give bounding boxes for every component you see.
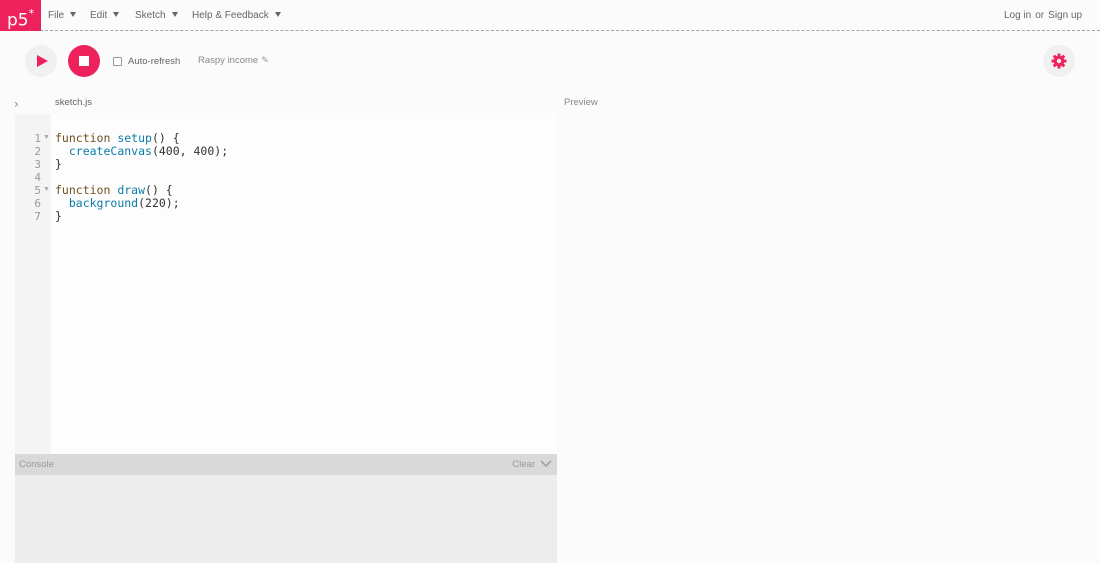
fold-arrow-icon[interactable]: ▼ — [43, 131, 50, 144]
fold-arrow-icon[interactable]: ▼ — [43, 183, 50, 196]
console-clear-button[interactable]: Clear — [512, 459, 535, 470]
login-link[interactable]: Log in — [1004, 10, 1031, 21]
console-header: Console Clear — [15, 454, 557, 475]
auto-refresh-label: Auto-refresh — [128, 55, 181, 67]
settings-button[interactable] — [1043, 45, 1075, 77]
caret-down-icon — [70, 12, 77, 17]
or-text: or — [1035, 10, 1045, 21]
caret-down-icon — [113, 12, 120, 17]
preview-frame — [557, 114, 1100, 563]
auth-links: Log in or Sign up — [1004, 0, 1082, 31]
menu-sketch-label: Sketch — [135, 10, 166, 21]
stop-button[interactable] — [68, 45, 100, 77]
caret-down-icon — [171, 12, 178, 17]
line-number-gutter: 1 ▼ 2 3 4 5 ▼ 6 7 — [15, 114, 51, 454]
menu-help-label: Help & Feedback — [192, 10, 269, 21]
sketch-name-text: Raspy income — [198, 55, 259, 66]
chevron-right-icon[interactable]: › — [14, 97, 19, 111]
p5-logo[interactable]: p5* — [0, 0, 41, 31]
line-number: 6 — [34, 197, 41, 210]
code-line-2: createCanvas(400, 400); — [68, 144, 229, 158]
gear-icon — [1051, 53, 1067, 69]
logo-asterisk: * — [28, 7, 35, 20]
auto-refresh-checkbox[interactable] — [113, 56, 122, 66]
line-number: 5 — [34, 184, 41, 197]
preview-label: Preview — [564, 97, 598, 108]
menu-file[interactable]: File — [48, 0, 77, 31]
menu-sketch[interactable]: Sketch — [135, 0, 178, 31]
stop-icon — [79, 56, 89, 66]
code-line-3: } — [55, 157, 62, 171]
play-icon — [37, 55, 48, 67]
chevron-down-icon[interactable] — [539, 457, 553, 471]
menu-file-label: File — [48, 10, 65, 21]
file-tab-sketch-js[interactable]: sketch.js — [55, 97, 92, 108]
line-number: 1 — [34, 132, 41, 145]
menu-help-feedback[interactable]: Help & Feedback — [192, 0, 281, 31]
code-line-7: } — [55, 209, 62, 223]
sketch-name[interactable]: Raspy income ✎ — [198, 55, 269, 66]
caret-down-icon — [274, 12, 281, 17]
pencil-icon[interactable]: ✎ — [261, 55, 269, 65]
line-number: 7 — [34, 210, 41, 223]
line-number: 2 — [34, 145, 41, 158]
play-button[interactable] — [25, 45, 57, 77]
line-number: 3 — [34, 158, 41, 171]
code-text[interactable]: function setup() { createCanvas(400, 400… — [55, 132, 228, 223]
menu-edit-label: Edit — [90, 10, 108, 21]
top-nav: p5* File Edit Sketch Help & Feedback Log… — [0, 0, 1100, 31]
menu-edit[interactable]: Edit — [90, 0, 120, 31]
signup-link[interactable]: Sign up — [1048, 10, 1082, 21]
console-title: Console — [19, 459, 54, 470]
code-editor[interactable]: 1 ▼ 2 3 4 5 ▼ 6 7 function setup() { cre… — [15, 114, 557, 454]
console-output — [15, 475, 557, 563]
auto-refresh-toggle[interactable]: Auto-refresh — [113, 55, 180, 67]
code-line-6: background(220); — [68, 196, 180, 210]
line-number: 4 — [34, 171, 41, 184]
logo-text: p5 — [7, 10, 29, 31]
